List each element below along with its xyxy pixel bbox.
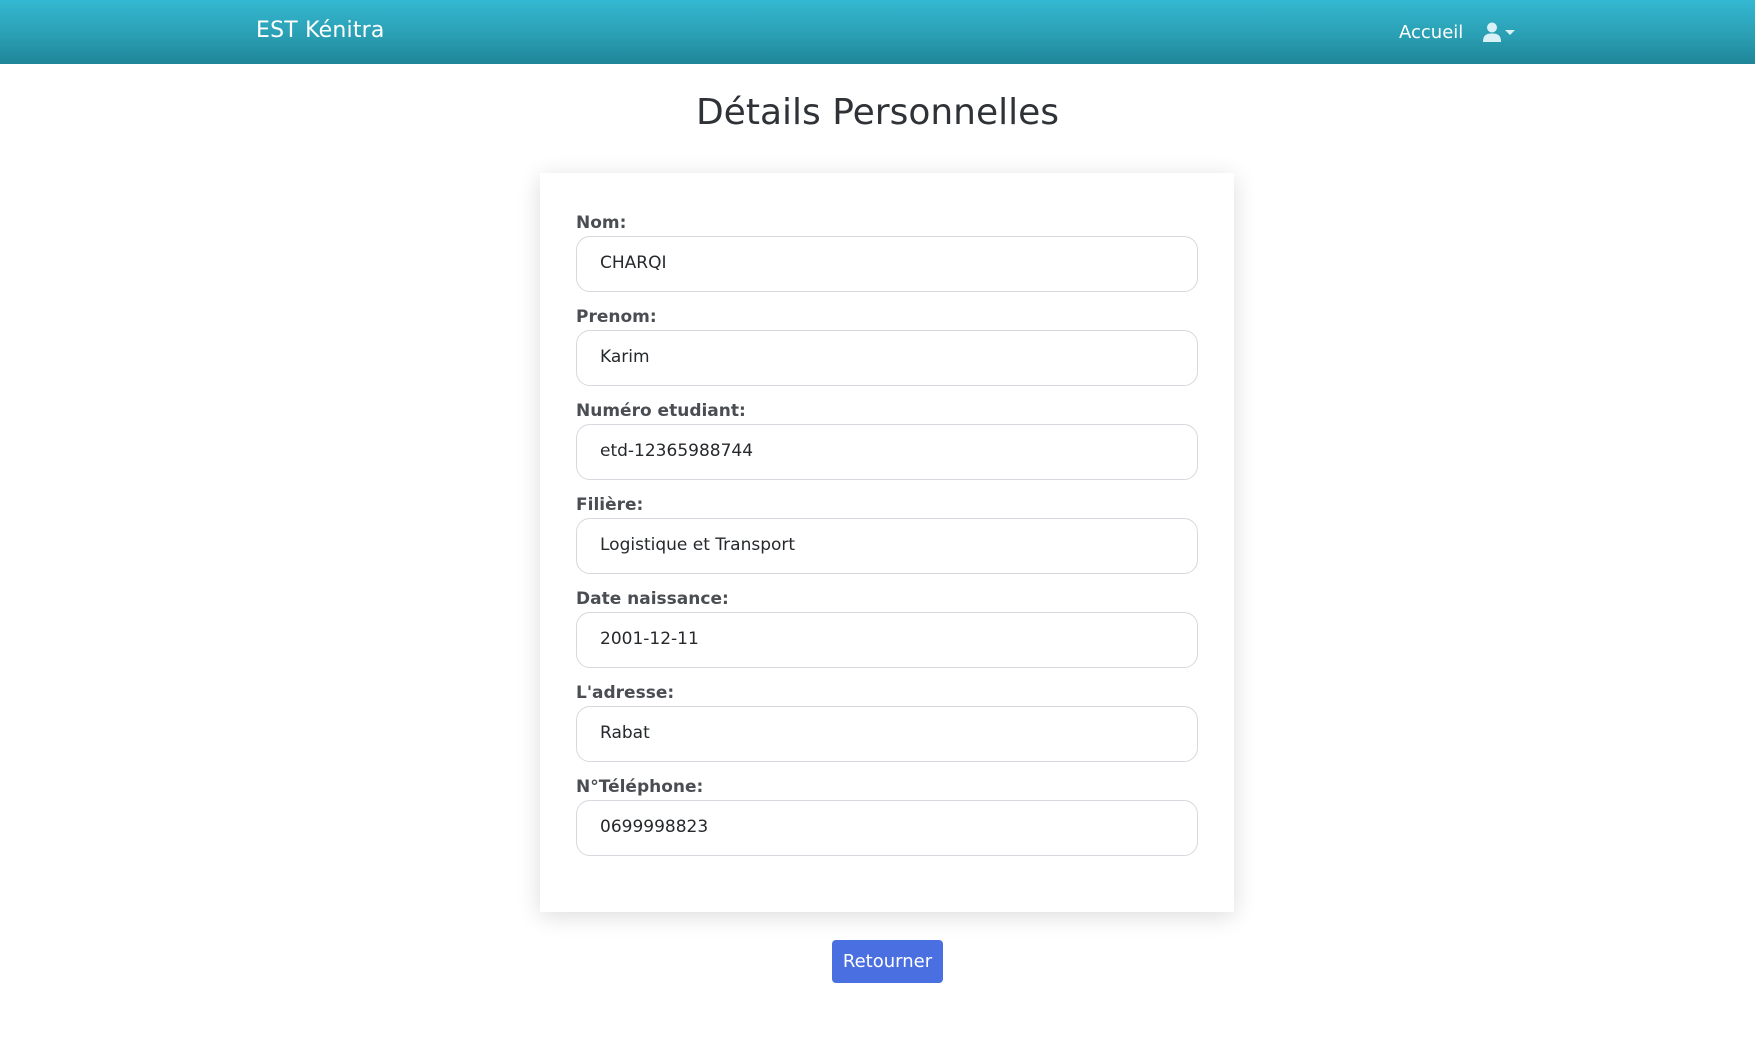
filiere-label: Filière:	[576, 495, 644, 515]
adresse-label: L'adresse:	[576, 683, 675, 703]
nom-field[interactable]: CHARQI	[576, 236, 1198, 292]
numero-etudiant-value: etd-12365988744	[600, 441, 754, 461]
date-naissance-field[interactable]: 2001-12-11	[576, 612, 1198, 668]
adresse-value: Rabat	[600, 723, 650, 743]
user-menu-dropdown[interactable]	[1483, 22, 1516, 42]
date-naissance-label: Date naissance:	[576, 589, 729, 609]
retourner-button[interactable]: Retourner	[832, 940, 943, 983]
navbar-right-group: Accueil	[1399, 0, 1516, 64]
telephone-field[interactable]: 0699998823	[576, 800, 1198, 856]
personal-details-card: Nom: CHARQI Prenom: Karim Numéro etudian…	[540, 173, 1234, 912]
telephone-value: 0699998823	[600, 817, 709, 837]
nav-link-accueil[interactable]: Accueil	[1399, 22, 1463, 43]
user-icon	[1483, 22, 1502, 42]
top-navbar: EST Kénitra Accueil	[0, 0, 1755, 64]
filiere-value: Logistique et Transport	[600, 535, 796, 555]
brand-logo-text[interactable]: EST Kénitra	[256, 18, 385, 43]
page-title: Détails Personnelles	[695, 92, 1060, 133]
adresse-field[interactable]: Rabat	[576, 706, 1198, 762]
nom-label: Nom:	[576, 213, 627, 233]
filiere-field[interactable]: Logistique et Transport	[576, 518, 1198, 574]
prenom-field[interactable]: Karim	[576, 330, 1198, 386]
numero-etudiant-label: Numéro etudiant:	[576, 401, 746, 421]
prenom-value: Karim	[600, 347, 650, 367]
chevron-down-icon	[1505, 29, 1516, 35]
prenom-label: Prenom:	[576, 307, 657, 327]
nom-value: CHARQI	[600, 253, 667, 273]
numero-etudiant-field[interactable]: etd-12365988744	[576, 424, 1198, 480]
telephone-label: N°Téléphone:	[576, 777, 704, 797]
date-naissance-value: 2001-12-11	[600, 629, 699, 649]
